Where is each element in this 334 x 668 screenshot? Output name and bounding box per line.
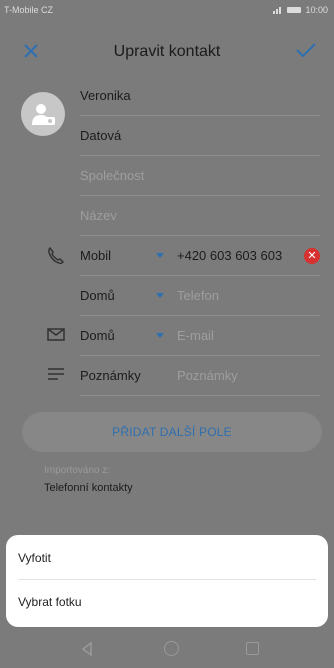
system-nav-bar xyxy=(0,630,334,668)
signal-icon xyxy=(273,6,283,14)
phone2-row: Domů Telefon xyxy=(80,276,320,316)
notes-row[interactable]: Poznámky Poznámky xyxy=(80,356,320,396)
phone-number-value[interactable]: +420 603 603 603 xyxy=(177,248,282,263)
imported-label: Importováno z: xyxy=(44,465,111,476)
recent-apps-icon[interactable] xyxy=(246,642,259,655)
phone-row: Mobil +420 603 603 603 ✕ xyxy=(80,236,320,276)
phone-type-select[interactable]: Mobil xyxy=(80,248,111,263)
back-icon[interactable] xyxy=(80,642,94,656)
email-placeholder[interactable]: E-mail xyxy=(177,328,214,343)
sheet-divider xyxy=(18,579,316,580)
battery-icon xyxy=(287,7,302,13)
phone2-type-dropdown-icon[interactable] xyxy=(156,293,164,298)
last-name-field[interactable]: Datová xyxy=(80,116,320,156)
choose-photo-option[interactable]: Vybrat fotku xyxy=(18,595,316,609)
page-title: Upravit kontakt xyxy=(113,43,221,60)
notes-placeholder[interactable]: Poznámky xyxy=(177,368,238,383)
home-icon[interactable] xyxy=(164,641,179,656)
phone2-placeholder[interactable]: Telefon xyxy=(177,288,219,303)
first-name-value: Veronika xyxy=(80,88,131,103)
company-field[interactable]: Společnost xyxy=(80,156,320,196)
check-icon[interactable] xyxy=(294,38,318,62)
photo-options-sheet: Vyfotit Vybrat fotku xyxy=(6,535,328,627)
notes-label: Poznámky xyxy=(80,368,141,383)
email-icon xyxy=(44,322,68,346)
last-name-value: Datová xyxy=(80,128,122,143)
email-type-select[interactable]: Domů xyxy=(80,328,115,343)
imported-source: Telefonní kontakty xyxy=(44,482,133,494)
phone-icon xyxy=(44,244,68,268)
job-title-placeholder: Název xyxy=(80,208,117,223)
carrier-name: T-Mobile CZ xyxy=(4,5,54,15)
add-field-button[interactable]: PŘIDAT DALŠÍ POLE xyxy=(22,412,322,452)
company-placeholder: Společnost xyxy=(80,168,145,183)
notes-icon xyxy=(44,362,68,386)
email-type-dropdown-icon[interactable] xyxy=(156,333,164,338)
add-photo-icon xyxy=(32,104,55,125)
job-title-field[interactable]: Název xyxy=(80,196,320,236)
app-header: Upravit kontakt xyxy=(0,30,334,74)
phone2-type-select[interactable]: Domů xyxy=(80,288,115,303)
clock: 10:00 xyxy=(305,5,328,15)
contact-photo-button[interactable] xyxy=(21,92,65,136)
email-row: Domů E-mail xyxy=(80,316,320,356)
first-name-field[interactable]: Veronika xyxy=(80,76,320,116)
phone-type-dropdown-icon[interactable] xyxy=(156,253,164,258)
clear-icon[interactable]: ✕ xyxy=(304,248,320,264)
take-photo-option[interactable]: Vyfotit xyxy=(18,551,316,565)
status-bar: T-Mobile CZ 10:00 xyxy=(0,0,334,20)
